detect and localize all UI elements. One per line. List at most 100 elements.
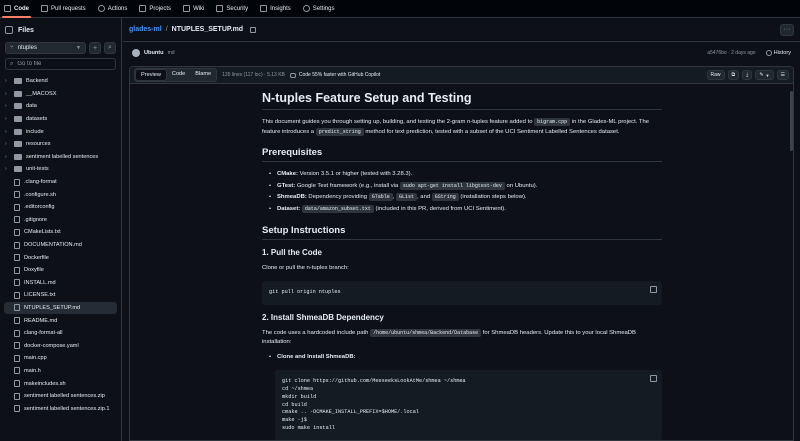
chevron-right-icon[interactable]: › [5, 166, 10, 172]
tree-folder[interactable]: › Backend [0, 75, 121, 88]
tab-security[interactable]: Security [216, 0, 248, 18]
chevron-right-icon[interactable]: › [5, 154, 10, 160]
tree-file[interactable]: README.md [0, 314, 121, 327]
file-info: 135 lines (117 loc) · 5.13 KB [222, 72, 285, 78]
add-file-button[interactable]: + [89, 42, 101, 54]
tree-folder[interactable]: › resources [0, 138, 121, 151]
repo-nav: Code Pull requests Actions Projects Wiki… [0, 0, 800, 18]
tab-actions[interactable]: Actions [97, 0, 127, 18]
chevron-right-icon[interactable]: › [5, 141, 10, 147]
avatar[interactable] [132, 49, 140, 57]
tree-file[interactable]: main.h [0, 365, 121, 378]
tree-file[interactable]: sentiment labelled sentences.zip [0, 390, 121, 403]
tab-wiki[interactable]: Wiki [183, 0, 204, 18]
play-icon [97, 5, 105, 12]
tree-item-label: README.md [24, 317, 58, 324]
file-icon [14, 279, 20, 287]
tab-preview[interactable]: Preview [135, 69, 167, 81]
tree-file[interactable]: Doxyfile [0, 264, 121, 277]
sidebar-collapse-icon[interactable] [5, 26, 13, 34]
tree-file[interactable]: .editorconfig [0, 201, 121, 214]
raw-button[interactable]: Raw [706, 70, 725, 80]
copy-raw-button[interactable]: ⧉ [727, 70, 740, 80]
tree-folder[interactable]: › __MACOSX [0, 88, 121, 101]
tree-file[interactable]: makeincludes.sh [0, 377, 121, 390]
tab-label: Code [14, 5, 29, 12]
tree-file[interactable]: DOCUMENTATION.md [0, 239, 121, 252]
intro-paragraph: This document guides you through setting… [262, 118, 662, 137]
tree-item-label: INSTALL.md [24, 279, 56, 286]
tab-code[interactable]: Code [2, 0, 31, 18]
go-to-file-search[interactable]: ⌕ [5, 58, 116, 70]
step1-heading: 1. Pull the Code [262, 248, 323, 258]
copy-icon[interactable] [650, 375, 657, 383]
commit-message[interactable]: md [168, 50, 175, 56]
branch-selector[interactable]: ⑂ ntuples ▼ [5, 42, 86, 54]
breadcrumb-file: NTUPLES_SETUP.md [171, 26, 244, 33]
chevron-right-icon[interactable]: › [5, 91, 10, 97]
tab-insights[interactable]: Insights [260, 0, 291, 18]
history-button[interactable]: History [765, 50, 791, 56]
go-to-file-input[interactable] [17, 61, 108, 67]
commit-author[interactable]: Ubuntu [144, 50, 164, 56]
tab-code-view[interactable]: Code [167, 69, 190, 81]
tree-file[interactable]: Dockerfile [0, 251, 121, 264]
breadcrumb-repo-link[interactable]: glades-ml [129, 26, 162, 33]
tree-folder[interactable]: › unit-tests [0, 163, 121, 176]
tree-file[interactable]: NTUPLES_SETUP.md [4, 301, 117, 315]
commit-meta[interactable]: a5476bo · 2 days ago [707, 50, 755, 56]
search-icon: ⌕ [10, 60, 14, 67]
scrollbar[interactable] [790, 91, 793, 151]
tree-folder[interactable]: › datasets [0, 113, 121, 126]
file-icon [14, 291, 20, 299]
download-button[interactable]: ⤓ [742, 70, 753, 80]
edit-button[interactable]: ✎ ▼ [755, 70, 774, 80]
pull-request-icon [41, 5, 48, 12]
tree-item-label: NTUPLES_SETUP.md [24, 304, 81, 311]
tree-file[interactable]: .configure.sh [0, 188, 121, 201]
tree-file[interactable]: docker-compose.yaml [0, 339, 121, 352]
item-text: Version 3.5.1 or higher (tested with 3.2… [297, 171, 413, 178]
tree-file[interactable]: LICENSE.txt [0, 289, 121, 302]
table-icon [139, 5, 147, 12]
tree-file[interactable]: .gitignore [0, 214, 121, 227]
more-options-button[interactable]: ··· [780, 23, 794, 36]
item-text: (included in this PR, derived from UCI S… [373, 205, 506, 212]
item-label: GTest: [277, 182, 296, 189]
tab-blame[interactable]: Blame [190, 69, 216, 81]
tree-item-label: Doxyfile [24, 267, 44, 274]
plus-icon: + [92, 44, 98, 52]
tree-file[interactable]: sentiment labelled sentences.zip.1 [0, 402, 121, 415]
tab-label: Wiki [193, 5, 205, 12]
copy-icon[interactable] [650, 285, 657, 293]
tab-settings[interactable]: Settings [302, 0, 334, 18]
outline-button[interactable]: ☰ [776, 70, 789, 80]
tree-file[interactable]: INSTALL.md [0, 277, 121, 290]
copilot-icon [289, 72, 296, 78]
tree-file[interactable]: main.cpp [0, 352, 121, 365]
copilot-promo[interactable]: Code 55% faster with GitHub Copilot [289, 72, 380, 78]
tree-item-label: __MACOSX [26, 90, 57, 97]
tree-folder[interactable]: › data [0, 100, 121, 113]
copy-path-icon[interactable] [250, 26, 257, 33]
tree-folder[interactable]: › include [0, 125, 121, 138]
search-button[interactable]: ⌕ [104, 42, 116, 54]
chevron-right-icon[interactable]: › [5, 78, 10, 84]
tab-projects[interactable]: Projects [139, 0, 171, 18]
file-icon [14, 405, 20, 413]
tree-file[interactable]: clang-format-all [0, 327, 121, 340]
tree-file[interactable]: .clang-format [0, 176, 121, 189]
breadcrumb: glades-ml / NTUPLES_SETUP.md ··· [123, 18, 800, 42]
file-icon [14, 317, 20, 325]
tab-pull-requests[interactable]: Pull requests [41, 0, 86, 18]
list-icon: ☰ [780, 72, 785, 78]
chevron-right-icon[interactable]: › [5, 116, 10, 122]
list-item: Dataset: data/amazon_subset.txt (include… [269, 204, 662, 216]
item-label: CMake: [277, 171, 298, 178]
chevron-right-icon[interactable]: › [5, 103, 10, 109]
tree-folder[interactable]: › sentiment labelled sentences [0, 151, 121, 164]
tree-file[interactable]: CMakeLists.txt [0, 226, 121, 239]
folder-icon [14, 153, 22, 160]
chevron-right-icon[interactable]: › [5, 129, 10, 135]
file-viewer: Preview Code Blame 135 lines (117 loc) ·… [129, 66, 794, 441]
